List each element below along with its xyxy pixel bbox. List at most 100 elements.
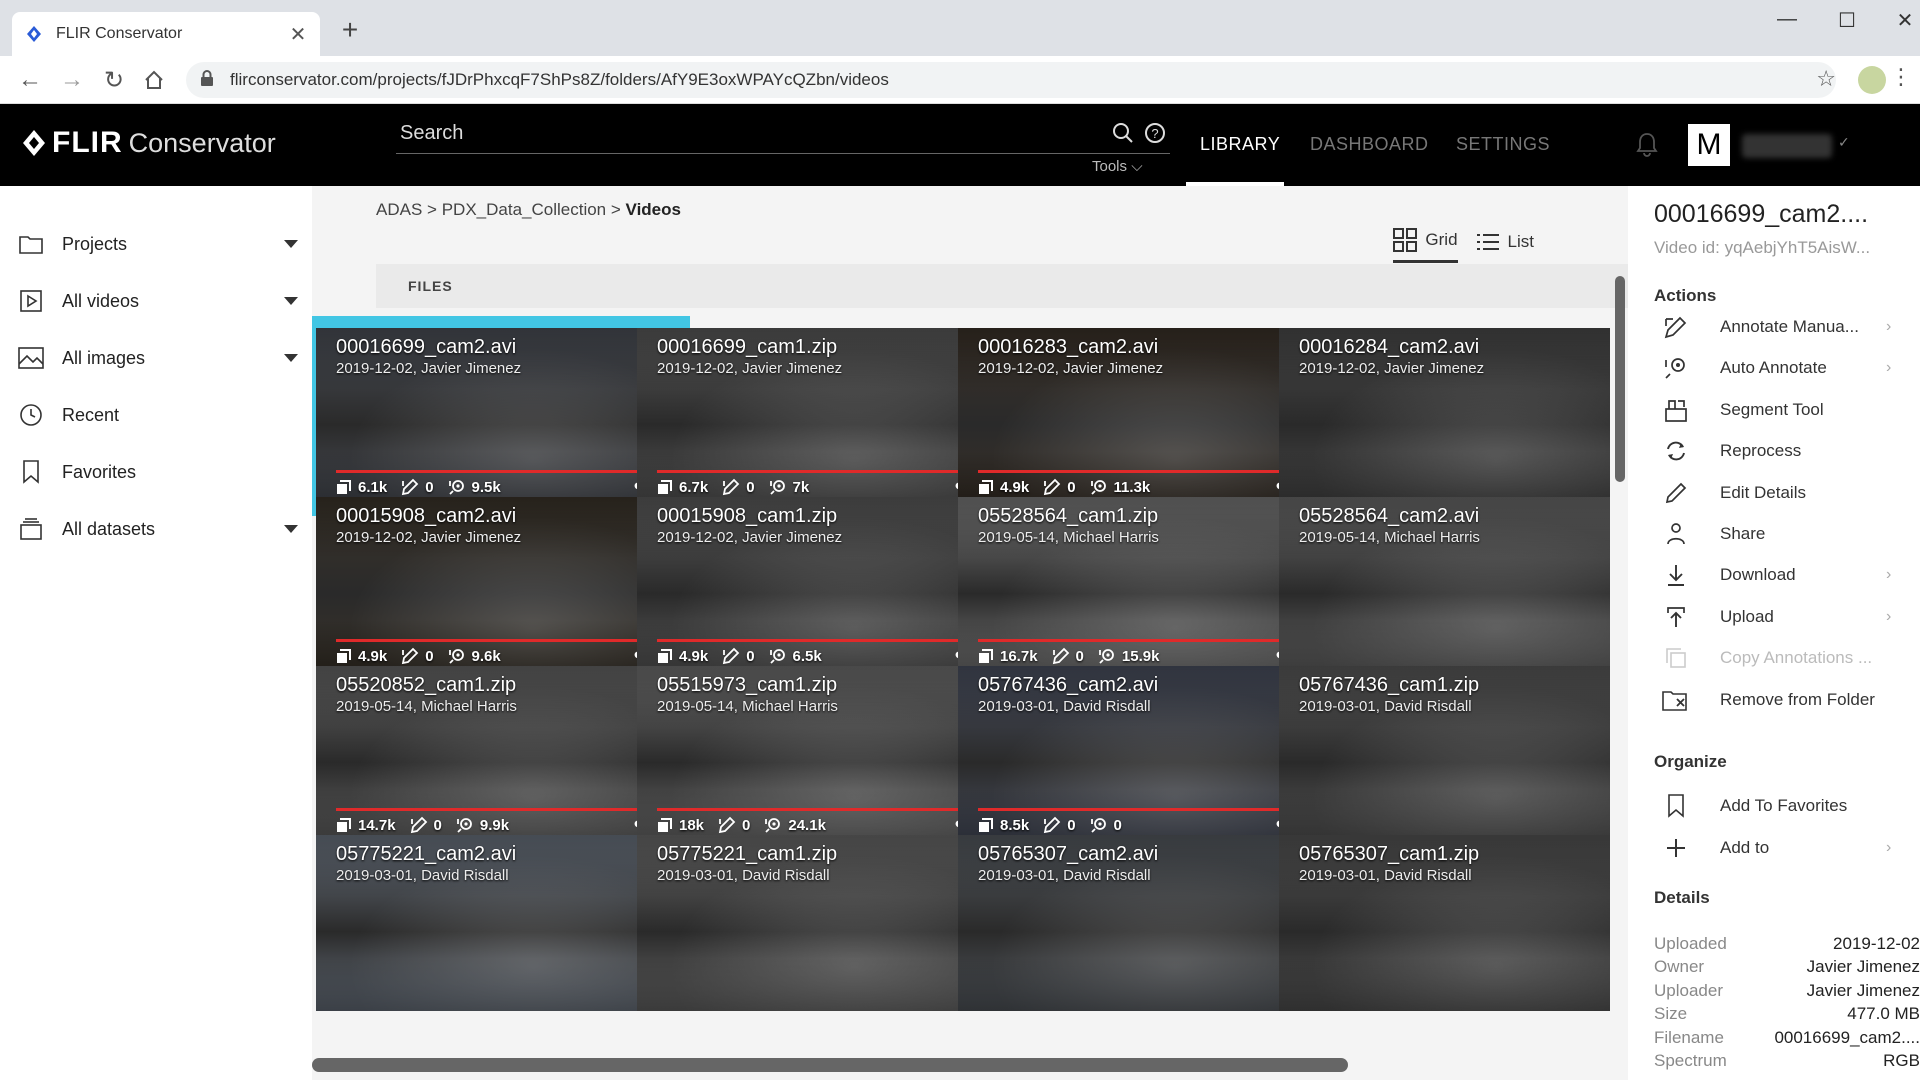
video-card[interactable]: 00015908_cam1.zip 2019-12-02, Javier Jime…	[637, 497, 999, 673]
action-annotate[interactable]: Annotate Manua... ›	[1662, 312, 1898, 342]
action-download[interactable]: Download ›	[1662, 560, 1898, 590]
reload-icon[interactable]: ↻	[98, 64, 130, 96]
video-card[interactable]: 05767436_cam1.zip 2019-03-01, David Risda…	[1279, 666, 1610, 842]
detail-row: Size 477.0 MB	[1654, 1004, 1920, 1024]
notification-bell-icon[interactable]	[1636, 132, 1658, 163]
add-to-button[interactable]: Add to ›	[1662, 833, 1898, 863]
sidebar-item-favorites[interactable]: Favorites	[0, 444, 312, 500]
browser-tab[interactable]: FLIR Conservator ✕	[12, 12, 320, 56]
bookmark-icon	[1662, 792, 1690, 820]
breadcrumb-item-adas[interactable]: ADAS	[376, 200, 422, 219]
action-label: Upload	[1720, 606, 1774, 626]
close-window-icon[interactable]: ✕	[1890, 8, 1920, 33]
caret-down-icon[interactable]	[284, 354, 298, 362]
video-card[interactable]: 00016699_cam1.zip 2019-12-02, Javier Jime…	[637, 328, 999, 504]
browser-menu-icon[interactable]: ⋮	[1890, 64, 1912, 90]
video-card[interactable]: 05765307_cam1.zip 2019-03-01, David Risda…	[1279, 835, 1610, 1011]
annotated-icon	[1044, 478, 1061, 496]
action-share[interactable]: Share	[1662, 519, 1898, 549]
sidebar-item-recent[interactable]: Recent	[0, 387, 312, 443]
close-tab-icon[interactable]: ✕	[288, 22, 308, 47]
plus-icon	[1662, 834, 1690, 862]
back-arrow-icon[interactable]: ←	[14, 64, 46, 96]
maximize-window-icon[interactable]: ☐	[1832, 8, 1862, 33]
video-card[interactable]: 05767436_cam2.avi 2019-03-01, David Risda…	[958, 666, 1320, 842]
detail-row: Spectrum RGB	[1654, 1051, 1920, 1071]
detail-value: 00016699_cam2....	[1774, 1027, 1920, 1047]
action-copy[interactable]: Copy Annotations ...	[1662, 643, 1898, 673]
chevron-right-icon: ›	[1886, 566, 1892, 584]
detections-count: 0	[1113, 816, 1122, 834]
add-to-favorites-button[interactable]: Add To Favorites	[1662, 791, 1898, 821]
video-file-meta: 2019-12-02, Javier Jimenez	[1299, 360, 1485, 377]
video-file-meta: 2019-12-02, Javier Jimenez	[978, 360, 1164, 377]
list-view-button[interactable]: List	[1476, 232, 1534, 260]
search-icon[interactable]	[1112, 122, 1134, 149]
search-box[interactable]: Search ?	[396, 116, 1170, 154]
action-reprocess[interactable]: Reprocess	[1662, 436, 1898, 466]
action-remove-folder[interactable]: Remove from Folder	[1662, 685, 1898, 715]
video-card[interactable]: 00016699_cam2.avi 2019-12-02, Javier Jime…	[316, 328, 678, 504]
action-upload[interactable]: Upload ›	[1662, 602, 1898, 632]
caret-down-icon[interactable]	[284, 240, 298, 248]
nav-dashboard[interactable]: DASHBOARD	[1310, 134, 1429, 155]
video-card[interactable]: 05515973_cam1.zip 2019-05-14, Michael Har…	[637, 666, 999, 842]
home-icon[interactable]	[138, 64, 170, 96]
flir-logo[interactable]: FLIR Conservator	[22, 126, 276, 160]
view-toggle: Grid List	[1375, 228, 1534, 263]
frames-count: 4.9k	[1000, 478, 1030, 496]
sidebar-item-all-datasets[interactable]: All datasets	[0, 501, 312, 557]
play-icon	[18, 288, 44, 314]
action-pencil[interactable]: Edit Details	[1662, 478, 1898, 508]
horizontal-scrollbar-thumb[interactable]	[312, 1058, 1348, 1072]
video-card[interactable]: 00016283_cam2.avi 2019-12-02, Javier Jime…	[958, 328, 1320, 504]
frames-count: 4.9k	[358, 647, 388, 665]
sidebar-item-all-videos[interactable]: All videos	[0, 273, 312, 329]
user-name-redacted[interactable]	[1742, 134, 1832, 158]
nav-library[interactable]: LIBRARY	[1200, 134, 1280, 155]
detail-value: Javier Jimenez	[1806, 957, 1920, 977]
grid-view-button[interactable]: Grid	[1393, 228, 1458, 263]
video-card[interactable]: 00015908_cam2.avi 2019-12-02, Javier Jime…	[316, 497, 678, 673]
video-card[interactable]: 05775221_cam2.avi 2019-03-01, David Risda…	[316, 835, 678, 1011]
help-icon[interactable]: ?	[1144, 122, 1166, 149]
video-card[interactable]: 05528564_cam2.avi 2019-05-14, Michael Har…	[1279, 497, 1610, 673]
logo-flir-text: FLIR	[52, 126, 123, 159]
bookmark-star-icon[interactable]: ☆	[1816, 66, 1836, 92]
action-segment[interactable]: Segment Tool	[1662, 395, 1898, 425]
video-progress-bar	[657, 639, 977, 642]
breadcrumb-item-pdx[interactable]: PDX_Data_Collection	[442, 200, 606, 219]
annotated-icon	[718, 816, 736, 834]
detections-count: 9.5k	[471, 478, 501, 496]
segment-icon	[1662, 396, 1690, 424]
chevron-right-icon: ›	[1886, 359, 1892, 377]
vertical-scrollbar-thumb[interactable]	[1615, 276, 1625, 482]
new-tab-icon[interactable]: +	[336, 16, 364, 44]
nav-settings[interactable]: SETTINGS	[1456, 134, 1550, 155]
sidebar-item-projects[interactable]: Projects	[0, 216, 312, 272]
video-card[interactable]: 00016284_cam2.avi 2019-12-02, Javier Jime…	[1279, 328, 1610, 504]
user-menu-chevron-icon[interactable]: ✓	[1838, 134, 1850, 151]
minimize-window-icon[interactable]: —	[1772, 8, 1802, 31]
forward-arrow-icon[interactable]: →	[56, 64, 88, 96]
video-card[interactable]: 05775221_cam1.zip 2019-03-01, David Risda…	[637, 835, 999, 1011]
detail-value: Javier Jimenez	[1806, 980, 1920, 1000]
sidebar-item-all-images[interactable]: All images	[0, 330, 312, 386]
video-file-name: 00015908_cam1.zip	[657, 505, 838, 527]
video-card[interactable]: 05765307_cam2.avi 2019-03-01, David Risda…	[958, 835, 1320, 1011]
caret-down-icon[interactable]	[284, 525, 298, 533]
detections-icon	[448, 480, 464, 495]
address-bar[interactable]: flirconservator.com/projects/fJDrPhxcqF7…	[186, 62, 1836, 98]
user-avatar[interactable]: M	[1688, 124, 1730, 166]
video-card[interactable]: 05520852_cam1.zip 2019-05-14, Michael Har…	[316, 666, 678, 842]
breadcrumb-separator: >	[610, 200, 621, 219]
video-file-meta: 2019-05-14, Michael Harris	[336, 698, 517, 715]
action-label: Reprocess	[1720, 441, 1802, 461]
action-auto-annotate[interactable]: Auto Annotate ›	[1662, 353, 1898, 383]
profile-avatar-icon[interactable]	[1858, 66, 1886, 94]
video-card[interactable]: 05528564_cam1.zip 2019-05-14, Michael Har…	[958, 497, 1320, 673]
annotated-count: 0	[1067, 816, 1076, 834]
caret-down-icon[interactable]	[284, 297, 298, 305]
tools-dropdown[interactable]: Tools ⌵	[1092, 158, 1143, 175]
detail-value: 2019-12-02	[1833, 934, 1920, 953]
